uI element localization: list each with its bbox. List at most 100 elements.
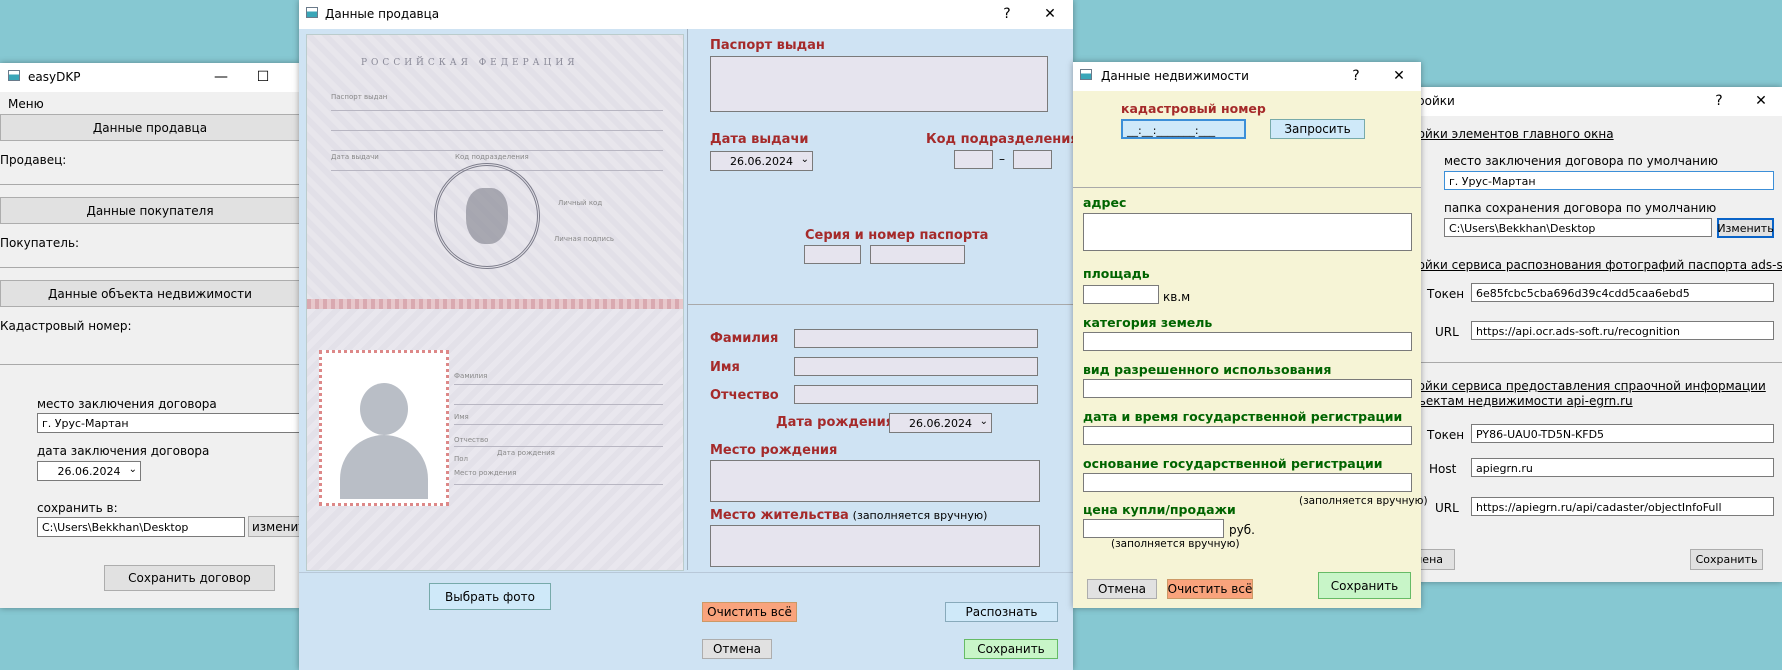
section-ocr-settings: ройки сервиса распознования фотографий п…	[1410, 258, 1782, 272]
passport-series-input[interactable]	[804, 245, 861, 264]
avatar-body	[340, 435, 428, 499]
app-icon	[306, 7, 318, 18]
registration-date-input[interactable]	[1083, 426, 1412, 445]
default-place-input[interactable]: г. Урус-Мартан	[1444, 171, 1774, 190]
area-input[interactable]	[1083, 285, 1159, 304]
egrn-token-input[interactable]: PY86-UAU0-TD5N-KFD5	[1471, 424, 1774, 443]
division-code-part1[interactable]	[954, 150, 993, 169]
name-input[interactable]	[794, 357, 1038, 376]
main-title: easyDKP	[28, 70, 81, 84]
registration-basis-label: основание государственной регистрации	[1083, 456, 1383, 471]
default-folder-input[interactable]: C:\Users\Bekkhan\Desktop	[1444, 218, 1712, 237]
close-icon[interactable]: ✕	[1039, 4, 1061, 24]
birth-place-input[interactable]	[710, 460, 1040, 502]
minimize-button[interactable]: —	[210, 67, 232, 87]
help-button[interactable]: ?	[1708, 91, 1730, 111]
passport-photo-frame	[319, 350, 449, 506]
save-button[interactable]: Сохранить	[964, 639, 1058, 659]
land-category-label: категория земель	[1083, 315, 1213, 330]
cadastral-input[interactable]: __:__:_______:___	[1121, 119, 1246, 139]
eagle-emblem-icon	[466, 188, 508, 244]
app-icon	[1080, 69, 1092, 80]
request-button[interactable]: Запросить	[1270, 119, 1365, 139]
issued-by-input[interactable]	[710, 56, 1048, 112]
permitted-use-input[interactable]	[1083, 379, 1412, 398]
birth-place-label: Место рождения	[710, 443, 838, 458]
patronymic-label: Отчество	[710, 388, 779, 403]
birth-date-value: 26.06.2024	[909, 417, 972, 430]
registration-basis-input[interactable]	[1083, 473, 1412, 492]
residence-note: (заполняется вручную)	[852, 509, 988, 522]
passport-signature-text: Личная подпись	[554, 235, 615, 243]
division-code-label: Код подразделения	[926, 132, 1079, 147]
land-category-input[interactable]	[1083, 332, 1412, 351]
change-folder-button[interactable]: Изменить	[1717, 218, 1774, 238]
property-clear-button[interactable]: Очистить всё	[1167, 579, 1253, 599]
address-input[interactable]	[1083, 213, 1412, 251]
passport-line	[454, 404, 663, 405]
settings-save-button[interactable]: Сохранить	[1690, 549, 1763, 570]
close-icon[interactable]: ✕	[1388, 66, 1410, 86]
choose-photo-button[interactable]: Выбрать фото	[429, 583, 551, 610]
egrn-host-input[interactable]: apiegrn.ru	[1471, 458, 1774, 477]
ocr-url-input[interactable]: https://api.ocr.ads-soft.ru/recognition	[1471, 321, 1774, 340]
save-contract-button[interactable]: Сохранить договор	[104, 565, 275, 591]
property-dialog: Данные недвижимости ? ✕ кадастровый номе…	[1073, 62, 1428, 608]
close-icon[interactable]: ✕	[1750, 91, 1772, 111]
default-folder-label: папка сохранения договора по умолчанию	[1444, 201, 1717, 215]
seller-label: Продавец:	[0, 153, 67, 167]
ocr-token-input[interactable]: 6e85fcbc5cba696d39c4cdd5caa6ebd5	[1471, 283, 1774, 302]
residence-input[interactable]	[710, 525, 1040, 567]
passport-fold-stripe	[307, 299, 683, 309]
avatar	[336, 373, 432, 499]
residence-label: Место жительства	[710, 508, 849, 523]
menu-item[interactable]: Меню	[8, 97, 44, 111]
passport-line	[331, 110, 663, 111]
date-picker[interactable]: 26.06.2024 ⌄	[37, 461, 141, 481]
change-path-button[interactable]: изменить	[248, 516, 312, 537]
passport-line	[454, 446, 663, 447]
ocr-token-label: Токен	[1427, 287, 1465, 301]
place-input[interactable]: г. Урус-Мартан	[37, 413, 300, 433]
buyer-data-button[interactable]: Данные покупателя	[0, 197, 300, 224]
recognize-button[interactable]: Распознать	[945, 602, 1058, 622]
ocr-url-label: URL	[1435, 325, 1459, 339]
passport-issue-date-text: Дата выдачи	[331, 153, 379, 161]
surname-input[interactable]	[794, 329, 1038, 348]
patronymic-input[interactable]	[794, 385, 1038, 404]
price-input[interactable]	[1083, 519, 1224, 538]
egrn-url-input[interactable]: https://apiegrn.ru/api/cadaster/objectIn…	[1471, 497, 1774, 516]
separator	[299, 572, 1073, 573]
help-button[interactable]: ?	[1345, 66, 1367, 86]
passport-series-label: Серия и номер паспорта	[805, 228, 989, 243]
issue-date-picker[interactable]: 26.06.2024 ⌄	[710, 151, 813, 171]
seller-data-button[interactable]: Данные продавца	[0, 114, 300, 141]
property-data-button[interactable]: Данные объекта недвижимости	[0, 280, 300, 307]
birth-date-picker[interactable]: 26.06.2024 ⌄	[889, 413, 992, 433]
date-label: дата заключения договора	[37, 444, 210, 458]
seller-titlebar: Данные продавца ? ✕	[299, 0, 1073, 29]
passport-patronymic-text: Отчество	[454, 436, 489, 444]
property-title: Данные недвижимости	[1101, 69, 1249, 83]
passport-division-text: Код подразделения	[455, 153, 529, 161]
chevron-down-icon: ⌄	[979, 416, 988, 427]
save-path-input[interactable]: C:\Users\Bekkhan\Desktop	[37, 517, 245, 537]
maximize-button[interactable]: ☐	[252, 67, 274, 87]
avatar-head	[360, 383, 408, 435]
buyer-label: Покупатель:	[0, 236, 80, 250]
property-save-button[interactable]: Сохранить	[1318, 572, 1411, 599]
help-button[interactable]: ?	[996, 4, 1018, 24]
cancel-button[interactable]: Отмена	[702, 639, 772, 659]
division-code-part2[interactable]	[1013, 150, 1052, 169]
separator	[0, 364, 300, 365]
permitted-use-label: вид разрешенного использования	[1083, 362, 1332, 377]
place-label: место заключения договора	[37, 397, 217, 411]
name-label: Имя	[710, 360, 740, 375]
property-cancel-button[interactable]: Отмена	[1087, 579, 1157, 599]
clear-all-button[interactable]: Очистить всё	[702, 602, 797, 622]
main-window: easyDKP — ☐ Меню Данные продавца Продаве…	[0, 63, 312, 608]
passport-image: РОССИЙСКАЯ ФЕДЕРАЦИЯ Паспорт выдан Дата …	[306, 34, 684, 571]
issue-date-label: Дата выдачи	[710, 132, 809, 147]
passport-number-input[interactable]	[870, 245, 965, 264]
passport-line	[454, 384, 663, 385]
